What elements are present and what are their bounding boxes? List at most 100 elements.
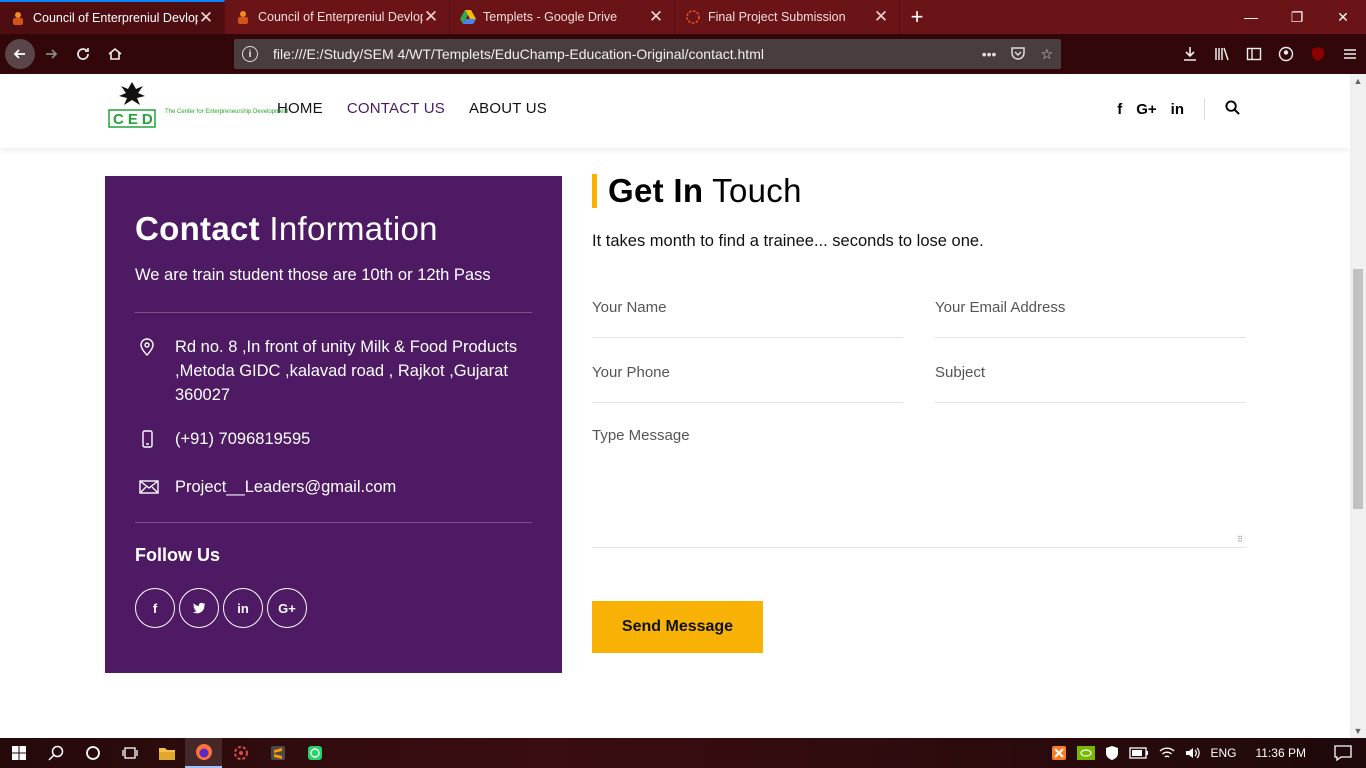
name-input[interactable] (592, 297, 903, 316)
facebook-icon[interactable]: f (1117, 101, 1122, 118)
battery-icon[interactable] (1124, 747, 1154, 759)
close-tab-icon[interactable]: ✕ (423, 7, 439, 27)
message-field: ⠿ (592, 427, 1246, 548)
forward-arrow-icon[interactable] (35, 38, 67, 70)
app-gear-icon[interactable] (222, 738, 259, 768)
xampp-icon[interactable] (1046, 745, 1072, 761)
form-row (592, 273, 1246, 338)
back-arrow-icon[interactable] (5, 39, 35, 69)
browser-tab[interactable]: Council of Enterpreniul Devlopment ✕ (0, 0, 225, 34)
wifi-icon[interactable] (1154, 746, 1180, 760)
facebook-icon[interactable]: f (135, 588, 175, 628)
title-rest: Information (259, 210, 438, 247)
sublime-text-icon[interactable] (259, 738, 296, 768)
send-message-button[interactable]: Send Message (592, 601, 763, 653)
restore-icon[interactable]: ❐ (1274, 0, 1320, 34)
defender-shield-icon[interactable] (1100, 745, 1124, 761)
twitter-icon[interactable] (179, 588, 219, 628)
browser-tab-strip: Council of Enterpreniul Devlopment ✕ Cou… (0, 0, 1366, 34)
download-icon[interactable] (1174, 46, 1206, 62)
nav-contact-us[interactable]: CONTACT US (347, 100, 445, 117)
close-window-icon[interactable]: ✕ (1320, 0, 1366, 34)
page-actions-icon[interactable]: ••• (982, 46, 997, 62)
divider (1204, 98, 1205, 120)
page-scrollbar[interactable]: ▲ ▼ (1350, 74, 1366, 738)
linkedin-icon[interactable]: in (223, 588, 263, 628)
phone-row: (+91) 7096819595 (135, 427, 532, 455)
account-icon[interactable] (1270, 46, 1302, 62)
library-icon[interactable] (1206, 46, 1238, 62)
follow-us-title: Follow Us (135, 545, 220, 565)
tab-title: Templets - Google Drive (483, 10, 618, 24)
close-tab-icon[interactable]: ✕ (198, 8, 214, 28)
new-tab-icon[interactable]: + (900, 0, 934, 34)
scrollbar-thumb[interactable] (1353, 269, 1363, 509)
contact-info-description: We are train student those are 10th or 1… (135, 266, 491, 284)
bookmark-star-icon[interactable]: ☆ (1040, 46, 1053, 63)
scroll-up-icon[interactable]: ▲ (1350, 76, 1366, 86)
home-icon[interactable] (99, 38, 131, 70)
close-tab-icon[interactable]: ✕ (873, 7, 889, 27)
pocket-icon[interactable] (1010, 45, 1026, 64)
tab-title: Final Project Submission (708, 10, 846, 24)
nav-home[interactable]: HOME (277, 100, 323, 117)
sidebar-icon[interactable] (1238, 46, 1270, 62)
site-favicon-icon (235, 9, 251, 25)
nvidia-icon[interactable] (1072, 746, 1100, 760)
whatsapp-icon[interactable] (296, 738, 333, 768)
title-bold: Contact (135, 210, 260, 247)
contact-info-panel: Contact Information We are train student… (105, 176, 562, 673)
web-page: CED The Center for Enterpreneurship Deve… (0, 74, 1350, 738)
scroll-down-icon[interactable]: ▼ (1350, 726, 1366, 736)
resize-grip-icon[interactable]: ⠿ (1237, 535, 1243, 544)
tab-title: Council of Enterpreniul Devlopment (258, 10, 423, 24)
address-row: Rd no. 8 ,In front of unity Milk & Food … (135, 335, 532, 407)
reload-icon[interactable] (67, 38, 99, 70)
address-text: Rd no. 8 ,In front of unity Milk & Food … (175, 338, 518, 404)
email-input[interactable] (935, 297, 1246, 316)
notifications-icon[interactable] (1320, 745, 1366, 761)
google-plus-icon[interactable]: G+ (1136, 101, 1156, 118)
email-row: Project__Leaders@gmail.com (135, 475, 532, 502)
linkedin-icon[interactable]: in (1171, 101, 1184, 118)
main-nav: HOME CONTACT US ABOUT US (277, 100, 547, 117)
browser-tools (1174, 34, 1366, 74)
volume-icon[interactable] (1180, 746, 1206, 760)
address-bar[interactable]: i file:///E:/Study/SEM 4/WT/Templets/Edu… (234, 39, 1061, 69)
windows-start-icon[interactable] (0, 738, 37, 768)
window-controls: — ❐ ✕ (1228, 0, 1366, 34)
file-explorer-icon[interactable] (148, 738, 185, 768)
nav-about-us[interactable]: ABOUT US (469, 100, 547, 117)
site-logo[interactable]: CED The Center for Enterpreneurship Deve… (107, 80, 288, 130)
search-icon[interactable] (1225, 99, 1240, 119)
close-tab-icon[interactable]: ✕ (648, 7, 664, 27)
google-plus-icon[interactable]: G+ (267, 588, 307, 628)
contact-form-section: Get In Touch It takes month to find a tr… (592, 174, 1246, 653)
phone-input[interactable] (592, 362, 903, 381)
email-text[interactable]: Project__Leaders@gmail.com (175, 475, 396, 499)
cortana-icon[interactable] (74, 738, 111, 768)
message-textarea[interactable] (592, 427, 1246, 547)
divider (135, 312, 532, 313)
form-title: Get In Touch (592, 174, 1246, 208)
site-info-icon[interactable]: i (242, 46, 258, 62)
minimize-icon[interactable]: — (1228, 0, 1274, 34)
google-drive-icon (460, 9, 476, 25)
contact-info-title: Contact Information (135, 210, 532, 248)
task-view-icon[interactable] (111, 738, 148, 768)
search-icon[interactable] (37, 738, 74, 768)
browser-tab[interactable]: Council of Enterpreniul Devlopment ✕ (225, 0, 450, 34)
browser-toolbar: i file:///E:/Study/SEM 4/WT/Templets/Edu… (0, 34, 1366, 74)
subject-input[interactable] (935, 362, 1246, 381)
location-pin-icon (135, 335, 175, 363)
ublock-icon[interactable] (1302, 46, 1334, 62)
tab-title: Council of Enterpreniul Devlopment (33, 11, 198, 25)
firefox-taskbar-icon[interactable] (185, 738, 222, 768)
browser-tab[interactable]: Templets - Google Drive ✕ (450, 0, 675, 34)
subject-field (935, 362, 1246, 403)
clock[interactable]: 11:36 PM (1242, 746, 1320, 760)
language-indicator[interactable]: ENG (1206, 746, 1242, 760)
browser-tab[interactable]: Final Project Submission ✕ (675, 0, 900, 34)
phone-text: (+91) 7096819595 (175, 430, 311, 448)
menu-icon[interactable] (1334, 46, 1366, 62)
